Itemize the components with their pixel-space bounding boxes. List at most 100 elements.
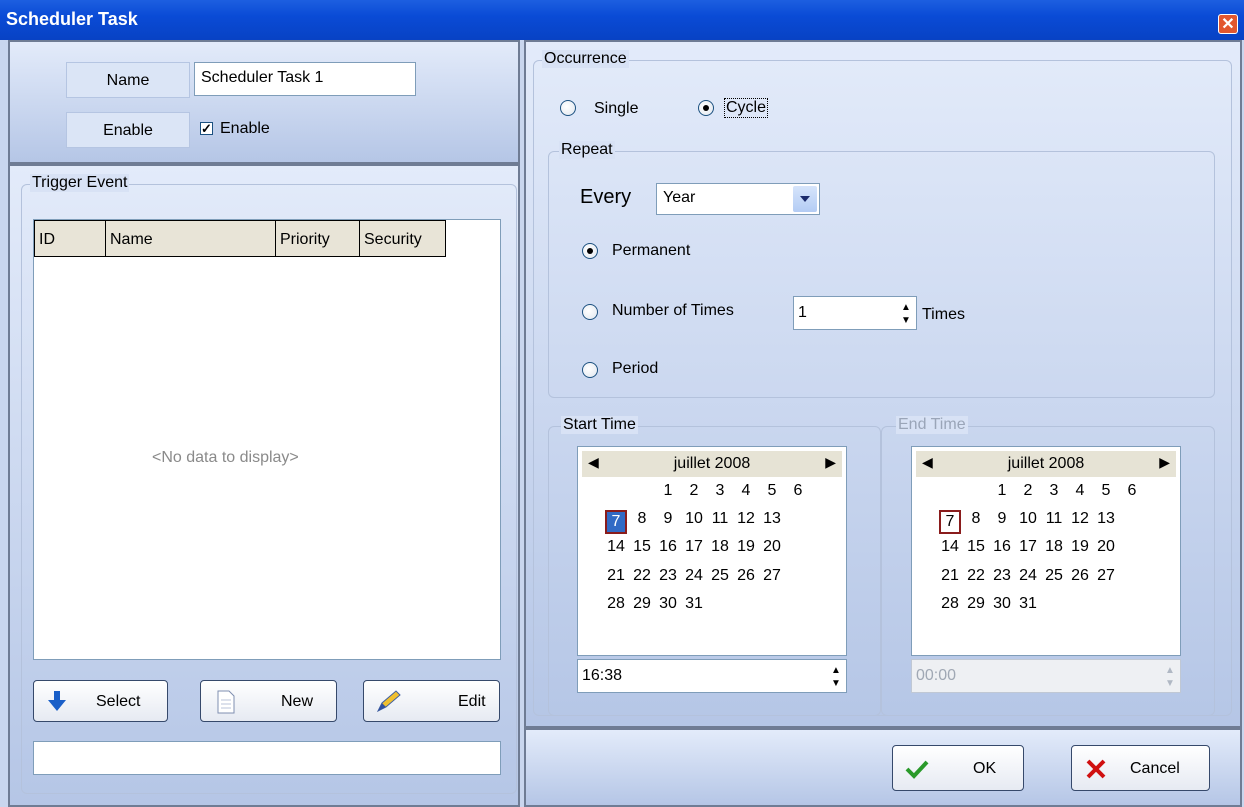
- name-label: Name: [66, 62, 190, 98]
- calendar-day[interactable]: 13: [1095, 510, 1117, 528]
- calendar-day[interactable]: 11: [1043, 510, 1065, 528]
- start-time-input[interactable]: 16:38 ▲ ▼: [577, 659, 847, 693]
- cycle-radio[interactable]: [698, 100, 714, 116]
- calendar-day[interactable]: 2: [1017, 482, 1039, 500]
- number-of-times-radio[interactable]: [582, 304, 598, 320]
- calendar-day[interactable]: 17: [1017, 538, 1039, 556]
- calendar-day[interactable]: 22: [631, 567, 653, 585]
- calendar-day[interactable]: 3: [709, 482, 731, 500]
- calendar-day[interactable]: 20: [761, 538, 783, 556]
- calendar-day[interactable]: 19: [1069, 538, 1091, 556]
- trigger-event-table[interactable]: ID Name Priority Security <No data to di…: [33, 219, 501, 660]
- calendar-day[interactable]: 26: [1069, 567, 1091, 585]
- calendar-day[interactable]: 23: [657, 567, 679, 585]
- name-input[interactable]: Scheduler Task 1: [194, 62, 416, 96]
- trigger-status-field[interactable]: [33, 741, 501, 775]
- start-calendar[interactable]: ◀ juillet 2008 ▶ 1 2 3 4 5 6 7 8 9 10 11 12 13 14 15 16…: [577, 446, 847, 656]
- calendar-day[interactable]: 17: [683, 538, 705, 556]
- calendar-day[interactable]: 14: [939, 538, 961, 556]
- calendar-day[interactable]: 16: [657, 538, 679, 556]
- calendar-day[interactable]: 2: [683, 482, 705, 500]
- column-security[interactable]: Security: [360, 220, 446, 257]
- calendar-day[interactable]: 9: [991, 510, 1013, 528]
- stepper-arrows-icon[interactable]: ▲ ▼: [828, 664, 844, 690]
- calendar-day[interactable]: 27: [761, 567, 783, 585]
- close-icon[interactable]: ✕: [1218, 14, 1238, 34]
- calendar-day[interactable]: 12: [1069, 510, 1091, 528]
- calendar-day[interactable]: 30: [991, 595, 1013, 613]
- calendar-day[interactable]: 20: [1095, 538, 1117, 556]
- edit-button[interactable]: Edit: [363, 680, 500, 722]
- calendar-day[interactable]: 6: [787, 482, 809, 500]
- end-time-input: 00:00 ▲ ▼: [911, 659, 1181, 693]
- period-radio[interactable]: [582, 362, 598, 378]
- calendar-day[interactable]: 1: [657, 482, 679, 500]
- calendar-day[interactable]: 15: [631, 538, 653, 556]
- select-button-label: Select: [96, 693, 141, 710]
- calendar-day[interactable]: 29: [631, 595, 653, 613]
- next-month-icon[interactable]: ▶: [1159, 454, 1170, 471]
- next-month-icon[interactable]: ▶: [825, 454, 836, 471]
- calendar-day[interactable]: 24: [683, 567, 705, 585]
- calendar-day[interactable]: 5: [1095, 482, 1117, 500]
- calendar-day[interactable]: 28: [939, 595, 961, 613]
- calendar-day[interactable]: 19: [735, 538, 757, 556]
- calendar-day[interactable]: 28: [605, 595, 627, 613]
- calendar-day[interactable]: 4: [735, 482, 757, 500]
- calendar-day[interactable]: 8: [965, 510, 987, 528]
- times-value: 1: [798, 304, 807, 321]
- column-name[interactable]: Name: [106, 220, 276, 257]
- calendar-day[interactable]: 1: [991, 482, 1013, 500]
- calendar-day[interactable]: 3: [1043, 482, 1065, 500]
- calendar-day[interactable]: 7: [939, 510, 961, 534]
- every-select[interactable]: Year: [656, 183, 820, 215]
- calendar-day[interactable]: 14: [605, 538, 627, 556]
- enable-checkbox[interactable]: ✓: [200, 122, 213, 135]
- calendar-day[interactable]: 21: [605, 567, 627, 585]
- calendar-day[interactable]: 11: [709, 510, 731, 528]
- calendar-day[interactable]: 18: [1043, 538, 1065, 556]
- calendar-day[interactable]: 22: [965, 567, 987, 585]
- calendar-day[interactable]: 9: [657, 510, 679, 528]
- column-id[interactable]: ID: [34, 220, 106, 257]
- calendar-day[interactable]: 31: [1017, 595, 1039, 613]
- calendar-day[interactable]: 27: [1095, 567, 1117, 585]
- calendar-day[interactable]: 7: [605, 510, 627, 534]
- chevron-down-icon[interactable]: [793, 186, 817, 212]
- calendar-day[interactable]: 13: [761, 510, 783, 528]
- enable-checkbox-label: Enable: [220, 120, 270, 137]
- calendar-day[interactable]: 10: [683, 510, 705, 528]
- calendar-day[interactable]: 8: [631, 510, 653, 528]
- cancel-button[interactable]: Cancel: [1071, 745, 1210, 791]
- end-calendar[interactable]: ◀ juillet 2008 ▶ 1 2 3 4 5 6 7 8 9 10 11 12 13 14 15 16…: [911, 446, 1181, 656]
- permanent-radio[interactable]: [582, 243, 598, 259]
- calendar-day[interactable]: 26: [735, 567, 757, 585]
- calendar-day[interactable]: 25: [1043, 567, 1065, 585]
- times-stepper[interactable]: 1 ▲ ▼: [793, 296, 917, 330]
- ok-button[interactable]: OK: [892, 745, 1024, 791]
- calendar-day[interactable]: 12: [735, 510, 757, 528]
- calendar-day[interactable]: 18: [709, 538, 731, 556]
- single-radio[interactable]: [560, 100, 576, 116]
- stepper-arrows-icon[interactable]: ▲ ▼: [898, 301, 914, 327]
- every-label: Every: [580, 186, 632, 208]
- calendar-day[interactable]: 4: [1069, 482, 1091, 500]
- calendar-day[interactable]: 10: [1017, 510, 1039, 528]
- calendar-day[interactable]: 15: [965, 538, 987, 556]
- calendar-day[interactable]: 31: [683, 595, 705, 613]
- calendar-day[interactable]: 30: [657, 595, 679, 613]
- select-button[interactable]: Select: [33, 680, 168, 722]
- every-select-value: Year: [663, 189, 696, 206]
- calendar-day[interactable]: 23: [991, 567, 1013, 585]
- calendar-day[interactable]: 21: [939, 567, 961, 585]
- start-time-label: Start Time: [561, 416, 638, 434]
- new-button[interactable]: New: [200, 680, 337, 722]
- calendar-day[interactable]: 16: [991, 538, 1013, 556]
- calendar-day[interactable]: 6: [1121, 482, 1143, 500]
- calendar-day[interactable]: 5: [761, 482, 783, 500]
- calendar-day[interactable]: 24: [1017, 567, 1039, 585]
- calendar-day[interactable]: 25: [709, 567, 731, 585]
- permanent-radio-label: Permanent: [612, 242, 691, 259]
- column-priority[interactable]: Priority: [276, 220, 360, 257]
- calendar-day[interactable]: 29: [965, 595, 987, 613]
